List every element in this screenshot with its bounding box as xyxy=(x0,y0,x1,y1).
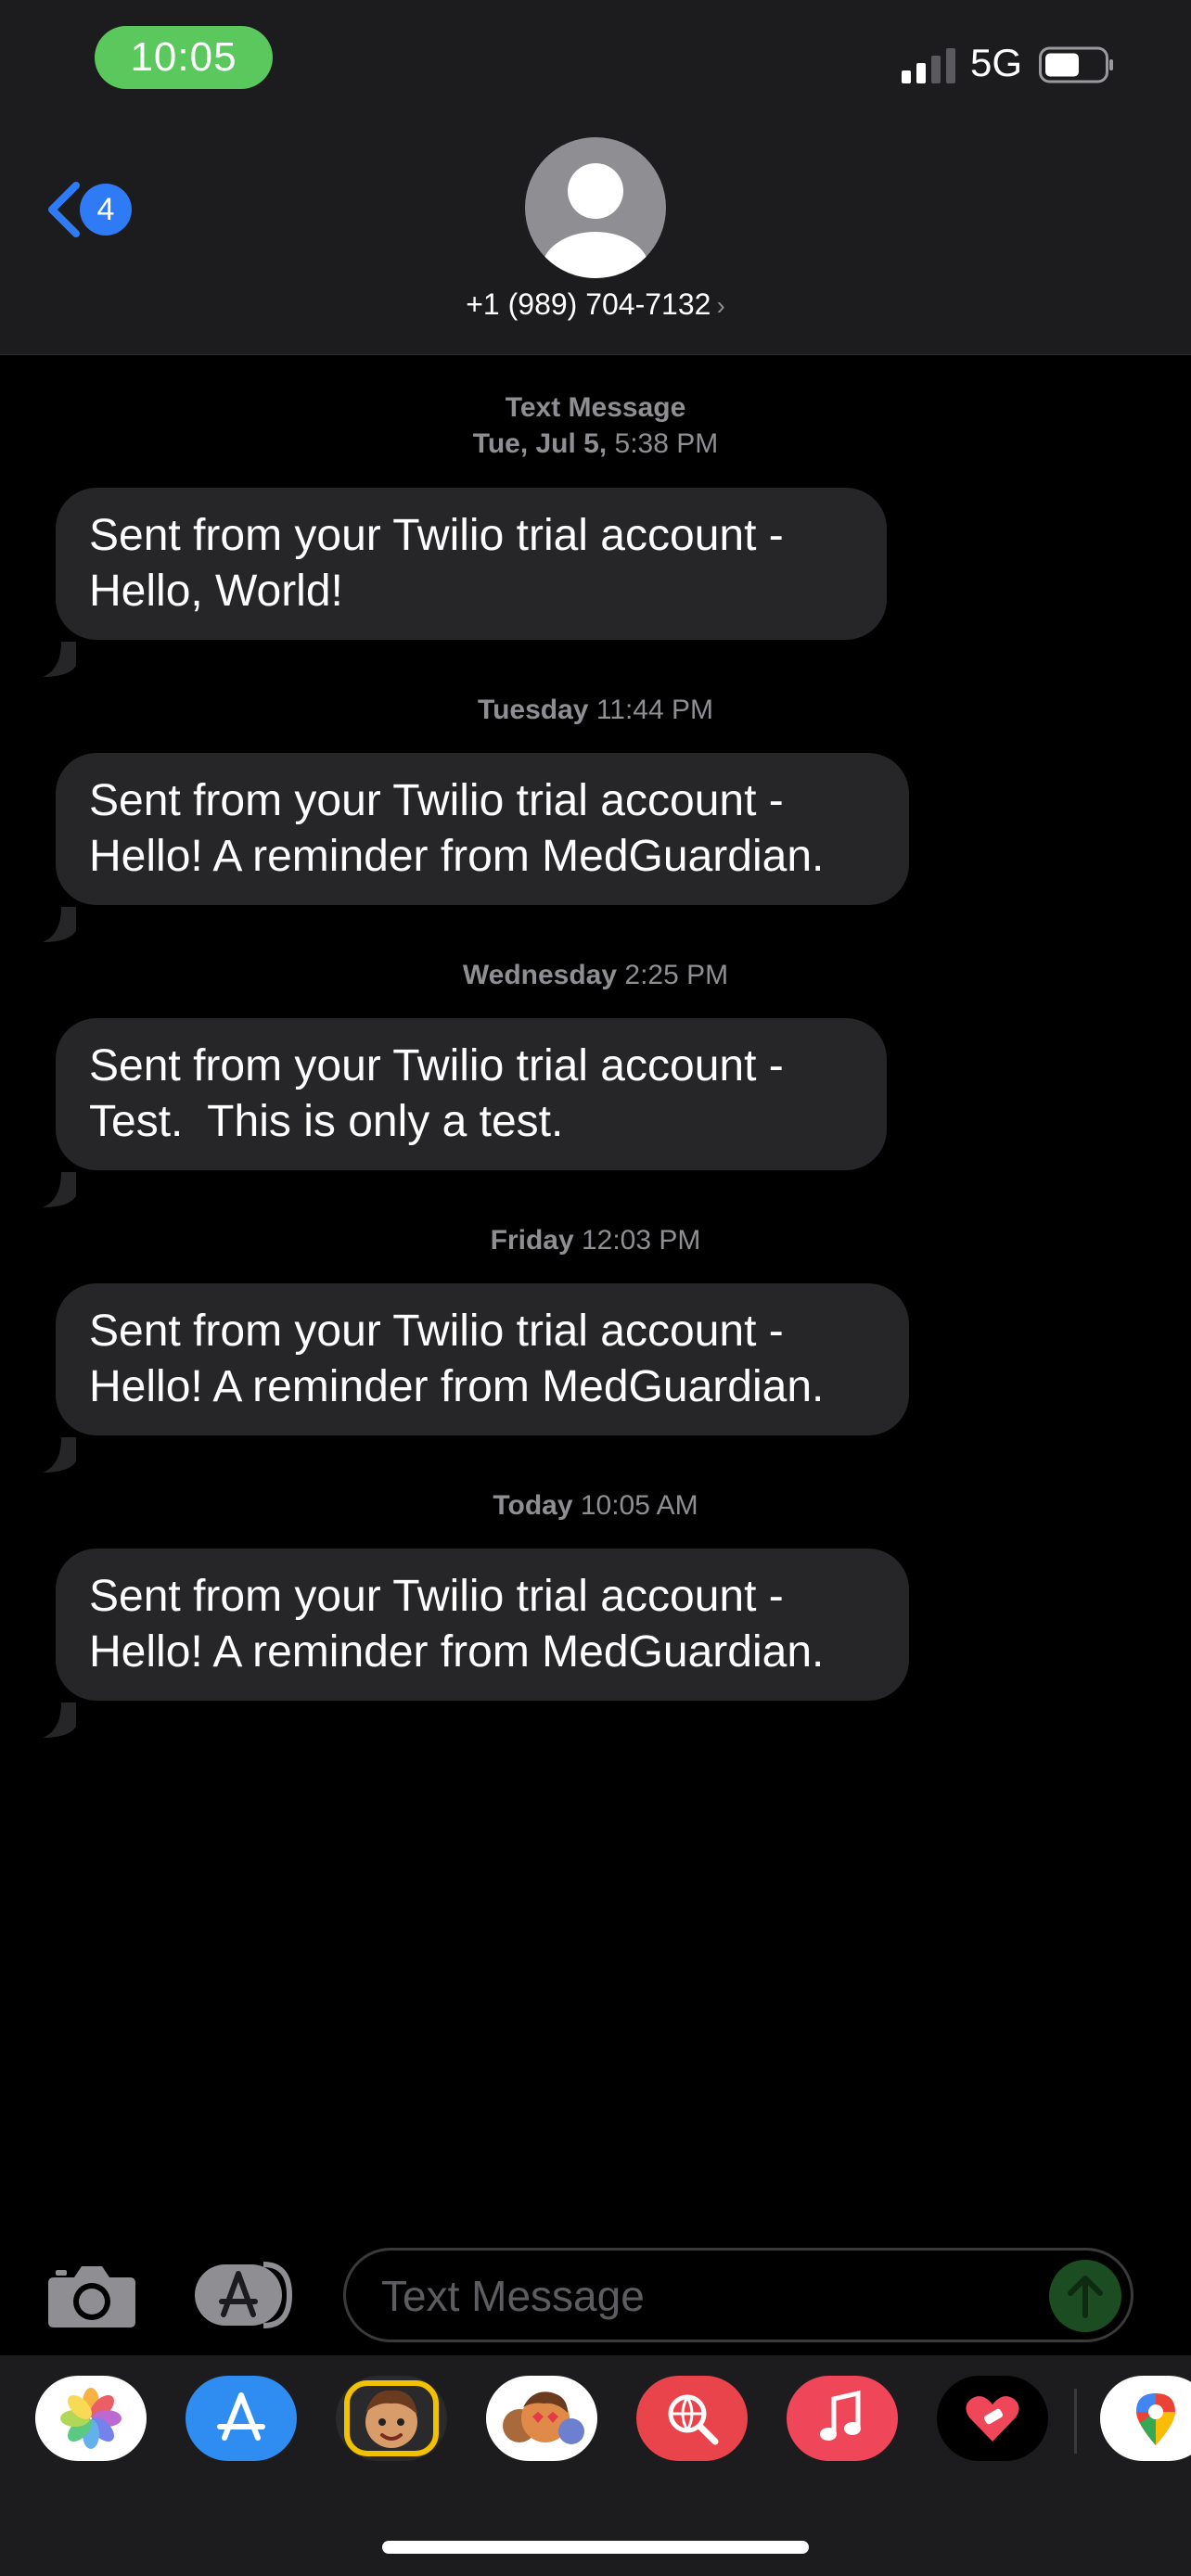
cellular-signal-icon xyxy=(902,48,955,83)
app-store-app[interactable] xyxy=(186,2376,297,2461)
timestamp: Wednesday 2:25 PM xyxy=(462,960,729,990)
globe-search-icon xyxy=(668,2394,719,2445)
memoji-app[interactable] xyxy=(336,2376,447,2461)
timestamp: Tue, Jul 5, 5:38 PM xyxy=(472,428,719,459)
message-input[interactable] xyxy=(379,2251,1014,2341)
photos-icon xyxy=(60,2388,122,2449)
message-bubble[interactable]: Sent from your Twilio trial account - He… xyxy=(56,1549,909,1701)
app-store-icon xyxy=(217,2392,265,2441)
message-bubble[interactable]: Sent from your Twilio trial account - He… xyxy=(56,488,887,640)
bubble-tail xyxy=(43,642,76,677)
music-app[interactable] xyxy=(787,2376,898,2461)
app-strip-divider xyxy=(1074,2389,1077,2454)
thread-header-label: Text Message xyxy=(505,392,686,423)
battery-icon xyxy=(1039,46,1113,83)
photos-app[interactable] xyxy=(35,2376,147,2461)
timestamp: Tuesday 11:44 PM xyxy=(477,695,714,725)
home-indicator[interactable] xyxy=(382,2541,809,2554)
memoji-icon xyxy=(344,2380,439,2456)
timestamp: Today 10:05 AM xyxy=(493,1490,698,1521)
contact-avatar[interactable] xyxy=(525,137,666,278)
camera-icon[interactable] xyxy=(46,2263,137,2329)
chevron-left-icon xyxy=(48,182,80,237)
imessage-app-drawer xyxy=(0,2355,1191,2576)
bubble-tail xyxy=(43,1172,76,1207)
message-compose-field[interactable] xyxy=(343,2248,1133,2342)
back-button[interactable]: 4 xyxy=(41,172,143,247)
fitness-heart-app[interactable] xyxy=(937,2376,1048,2461)
chevron-right-icon: › xyxy=(716,291,725,320)
status-time[interactable]: 10:05 xyxy=(95,26,273,89)
app-store-icon xyxy=(195,2262,293,2328)
arrow-up-icon xyxy=(1068,2276,1103,2318)
unread-count-badge: 4 xyxy=(80,184,132,236)
message-bubble[interactable]: Sent from your Twilio trial account - Te… xyxy=(56,1018,887,1170)
animoji-stickers-icon xyxy=(503,2391,584,2444)
music-note-icon xyxy=(820,2390,861,2441)
google-maps-app[interactable] xyxy=(1100,2376,1191,2461)
message-bubble[interactable]: Sent from your Twilio trial account - He… xyxy=(56,753,909,905)
network-label: 5G xyxy=(970,41,1023,84)
person-icon xyxy=(542,163,649,278)
bubble-tail xyxy=(43,1437,76,1473)
timestamp: Friday 12:03 PM xyxy=(490,1225,701,1256)
contact-name[interactable]: +1 (989) 704-7132 › xyxy=(0,287,1191,322)
search-images-app[interactable] xyxy=(636,2376,748,2461)
conversation-header: 10:05 5G 4 +1 (989) 704-7132 › xyxy=(0,0,1191,355)
send-button[interactable] xyxy=(1049,2260,1121,2332)
apps-button[interactable] xyxy=(193,2261,295,2329)
map-pin-icon xyxy=(1136,2393,1175,2445)
bubble-tail xyxy=(43,907,76,942)
animoji-app[interactable] xyxy=(486,2376,597,2461)
contact-number: +1 (989) 704-7132 xyxy=(466,287,711,321)
message-bubble[interactable]: Sent from your Twilio trial account - He… xyxy=(56,1283,909,1435)
bubble-tail xyxy=(43,1702,76,1738)
heart-icon xyxy=(966,2396,1019,2442)
